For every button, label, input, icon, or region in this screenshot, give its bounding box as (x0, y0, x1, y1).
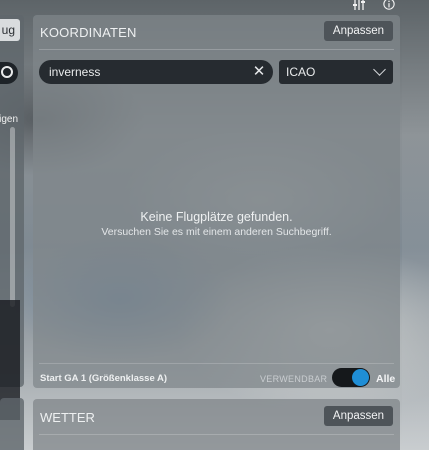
top-corner-icons (351, 0, 397, 10)
code-type-select[interactable]: ICAO (279, 60, 393, 84)
empty-state-title: Keine Flugplätze gefunden. (140, 210, 293, 224)
left-panel-text: igen (0, 114, 18, 125)
select-value: ICAO (286, 65, 316, 79)
start-type-label: Start GA 1 (Größenklasse A) (40, 373, 168, 384)
weather-customize-button[interactable]: Anpassen (324, 406, 393, 426)
header-divider (39, 49, 394, 50)
empty-state-subtitle: Versuchen Sie es mit einem anderen Suchb… (101, 226, 332, 238)
usable-all-toggle[interactable] (332, 368, 370, 387)
footer-divider (39, 363, 394, 364)
search-input-value: inverness (49, 65, 101, 79)
left-panel-scrollbar[interactable] (10, 127, 15, 307)
left-search-button[interactable] (0, 62, 18, 84)
usable-label: VERWENDBAR (260, 374, 328, 384)
weather-divider (39, 434, 394, 435)
search-icon (1, 66, 13, 78)
left-panel-button[interactable]: ug (0, 19, 20, 41)
left-lower-panel (0, 398, 24, 450)
chevron-down-icon (373, 63, 386, 76)
weather-panel: WETTER Anpassen (33, 399, 400, 450)
toggle-knob (352, 369, 369, 386)
coordinates-panel: KOORDINATEN Anpassen inverness ✕ ICAO Ke… (33, 15, 400, 388)
coordinates-customize-button[interactable]: Anpassen (324, 21, 393, 41)
clear-icon[interactable]: ✕ (251, 64, 267, 80)
all-label: Alle (376, 373, 396, 385)
airport-search-input[interactable]: inverness ✕ (39, 60, 273, 84)
coordinates-title: KOORDINATEN (40, 25, 137, 40)
weather-title: WETTER (40, 410, 95, 425)
info-icon[interactable] (381, 0, 397, 10)
right-background-strip (402, 0, 429, 450)
sliders-icon[interactable] (351, 0, 367, 10)
coordinates-header: KOORDINATEN Anpassen (33, 15, 400, 49)
